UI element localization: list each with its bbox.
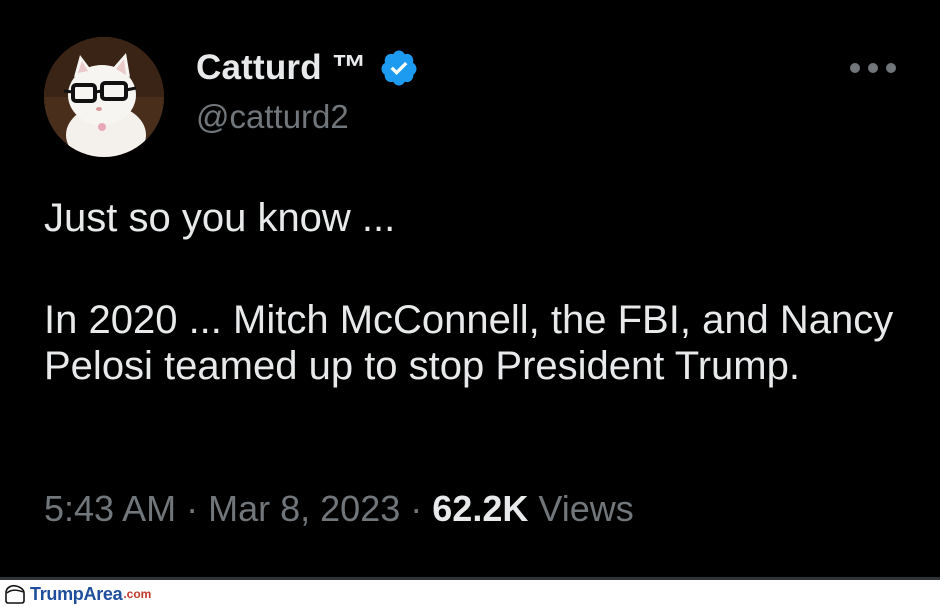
views-label: Views [538, 488, 634, 529]
tweet-meta: 5:43 AM · Mar 8, 2023 · 62.2K Views [44, 488, 634, 530]
tweet-time[interactable]: 5:43 AM [44, 488, 176, 529]
dot [868, 63, 878, 73]
watermark-bar: TrumpArea .com [0, 580, 940, 607]
dot [850, 63, 860, 73]
watermark: TrumpArea .com [4, 583, 151, 605]
separator: · [410, 488, 423, 529]
trumparea-logo-icon [5, 584, 25, 604]
tweet-date[interactable]: Mar 8, 2023 [208, 488, 400, 529]
views-count[interactable]: 62.2K [432, 488, 528, 529]
avatar[interactable] [44, 37, 164, 157]
tweet-card: Catturd ™ @catturd2 Just so you know ...… [0, 0, 940, 580]
separator: · [186, 488, 199, 529]
author-name-row: Catturd ™ [196, 44, 419, 92]
author-display-name[interactable]: Catturd ™ [196, 48, 367, 88]
cat-avatar-image [44, 37, 164, 157]
tweet-paragraph: Just so you know ... [44, 196, 396, 240]
more-options-icon[interactable] [850, 58, 896, 78]
watermark-tld: .com [123, 587, 152, 601]
tweet-paragraph: In 2020 ... Mitch McConnell, the FBI, an… [44, 298, 894, 388]
author-handle[interactable]: @catturd2 [196, 98, 349, 136]
dot [886, 63, 896, 73]
watermark-brand: TrumpArea [30, 583, 123, 604]
tweet-text: Just so you know ... In 2020 ... Mitch M… [44, 195, 914, 389]
verified-badge-icon [381, 50, 417, 86]
